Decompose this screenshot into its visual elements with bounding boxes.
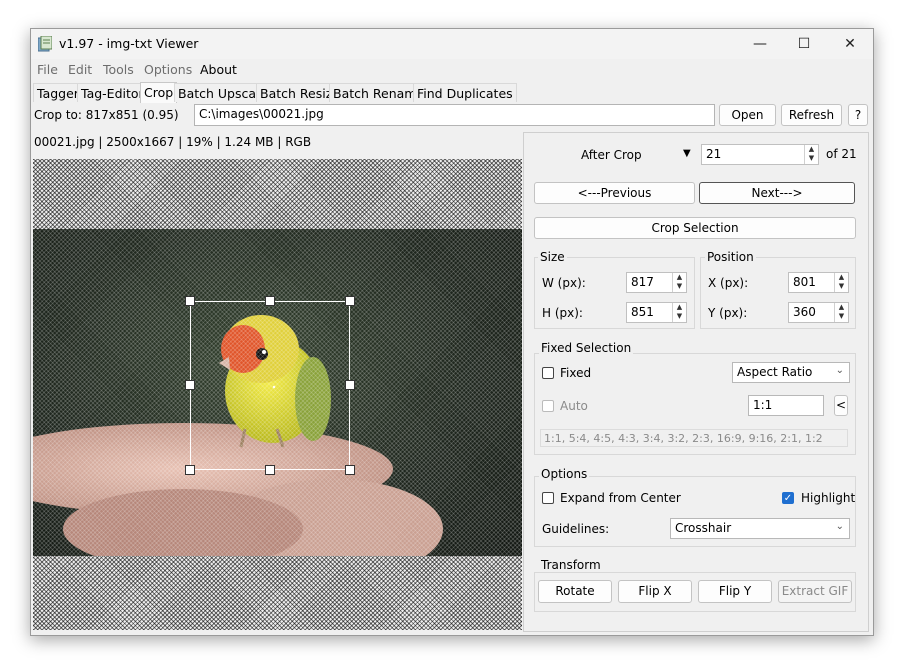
crop-handle-s[interactable] [265,465,275,475]
chevron-down-icon: ⌄ [835,521,844,532]
spin-arrows-icon[interactable]: ▲ ▼ [834,273,848,292]
x-spinbox[interactable]: 801 ▲ ▼ [788,272,849,293]
menu-options[interactable]: Options [144,62,192,77]
y-label: Y (px): [708,306,748,320]
image-index-spinbox[interactable]: 21 ▲ ▼ [701,144,819,165]
expand-from-center-checkbox[interactable] [542,492,554,504]
x-value: 801 [793,275,816,289]
x-label: X (px): [708,276,749,290]
app-window: v1.97 - img-txt Viewer — ☐ ✕ File Edit T… [30,28,874,636]
total-count-label: of 21 [826,147,857,161]
crop-selection[interactable] [190,301,350,470]
height-label: H (px): [542,306,583,320]
image-canvas[interactable] [33,159,522,630]
next-button[interactable]: Next---> [699,182,855,204]
aspect-ratio-value: 1:1 [753,398,773,412]
chevron-down-icon: ⌄ [835,365,844,376]
width-value: 817 [631,275,654,289]
checkmark-icon: ✓ [783,493,793,504]
fixed-mode-select[interactable]: Aspect Ratio ⌄ [732,362,850,383]
crop-sidebar: After Crop ▼ 21 ▲ ▼ of 21 <---Previous Ne… [523,132,869,632]
y-spinbox[interactable]: 360 ▲ ▼ [788,302,849,323]
width-label: W (px): [542,276,586,290]
crop-handle-n[interactable] [265,296,275,306]
image-index-value: 21 [706,147,722,161]
fixed-selection-title: Fixed Selection [539,341,634,355]
refresh-button[interactable]: Refresh [781,104,842,126]
y-value: 360 [793,305,816,319]
ratio-insert-button[interactable]: < [834,395,848,416]
crop-handle-w[interactable] [185,380,195,390]
spin-arrows-icon[interactable]: ▲ ▼ [672,303,686,322]
position-group-title: Position [705,250,756,264]
guidelines-label: Guidelines: [542,522,610,536]
help-button[interactable]: ? [848,104,868,126]
fixed-checkbox[interactable] [542,367,554,379]
fixed-label: Fixed [560,366,592,380]
guidelines-select[interactable]: Crosshair ⌄ [670,518,850,539]
tab-find-duplicates[interactable]: Find Duplicates [413,83,517,102]
menu-edit[interactable]: Edit [68,62,92,77]
crop-handle-sw[interactable] [185,465,195,475]
menu-bar: File Edit Tools Options About [31,59,873,81]
highlight-label: Highlight [801,491,856,505]
chevron-down-icon: ▼ [683,148,691,159]
size-group-title: Size [538,250,567,264]
app-icon [38,36,52,52]
window-title: v1.97 - img-txt Viewer [59,36,199,51]
auto-checkbox[interactable] [542,400,554,412]
crop-handle-e[interactable] [345,380,355,390]
width-spinbox[interactable]: 817 ▲ ▼ [626,272,687,293]
maximize-button[interactable]: ☐ [781,29,827,59]
image-path-input[interactable]: C:\images\00021.jpg [194,104,715,126]
image-info: 00021.jpg | 2500x1667 | 19% | 1.24 MB | … [34,135,312,149]
crop-handle-ne[interactable] [345,296,355,306]
menu-file[interactable]: File [37,62,58,77]
spin-arrows-icon[interactable]: ▲ ▼ [804,145,818,164]
crop-to-label: Crop to: 817x851 (0.95) [34,108,179,122]
fixed-mode-value: Aspect Ratio [737,365,813,379]
minimize-button[interactable]: — [737,29,783,59]
tab-tag-editor[interactable]: Tag-Editor [77,83,148,102]
spin-arrows-icon[interactable]: ▲ ▼ [672,273,686,292]
open-button[interactable]: Open [719,104,776,126]
menu-about[interactable]: About [200,62,237,77]
extract-gif-button[interactable]: Extract GIF [778,580,852,603]
view-mode-select[interactable]: After Crop ▼ [581,148,691,162]
height-spinbox[interactable]: 851 ▲ ▼ [626,302,687,323]
height-value: 851 [631,305,654,319]
view-mode-value: After Crop [581,148,642,162]
flip-x-button[interactable]: Flip X [618,580,692,603]
rotate-button[interactable]: Rotate [538,580,612,603]
crop-handle-se[interactable] [345,465,355,475]
menu-tools[interactable]: Tools [103,62,134,77]
highlight-checkbox[interactable]: ✓ [782,492,794,504]
aspect-ratio-input[interactable]: 1:1 [748,395,824,416]
previous-button[interactable]: <---Previous [534,182,695,204]
transform-title: Transform [539,558,603,572]
tab-bar: Tagger Tag-Editor Crop Batch Upscale Bat… [31,82,873,103]
options-title: Options [539,467,590,481]
tab-crop[interactable]: Crop [140,82,178,103]
spin-arrows-icon[interactable]: ▲ ▼ [834,303,848,322]
close-button[interactable]: ✕ [827,29,873,59]
title-bar[interactable]: v1.97 - img-txt Viewer — ☐ ✕ [31,29,873,59]
expand-from-center-label: Expand from Center [560,491,681,505]
auto-label: Auto [560,399,588,413]
crop-selection-button[interactable]: Crop Selection [534,217,856,239]
flip-y-button[interactable]: Flip Y [698,580,772,603]
tab-tagger[interactable]: Tagger [33,83,83,102]
guidelines-value: Crosshair [675,521,732,535]
crop-handle-nw[interactable] [185,296,195,306]
ratio-presets: 1:1, 5:4, 4:5, 4:3, 3:4, 3:2, 2:3, 16:9,… [540,429,848,447]
